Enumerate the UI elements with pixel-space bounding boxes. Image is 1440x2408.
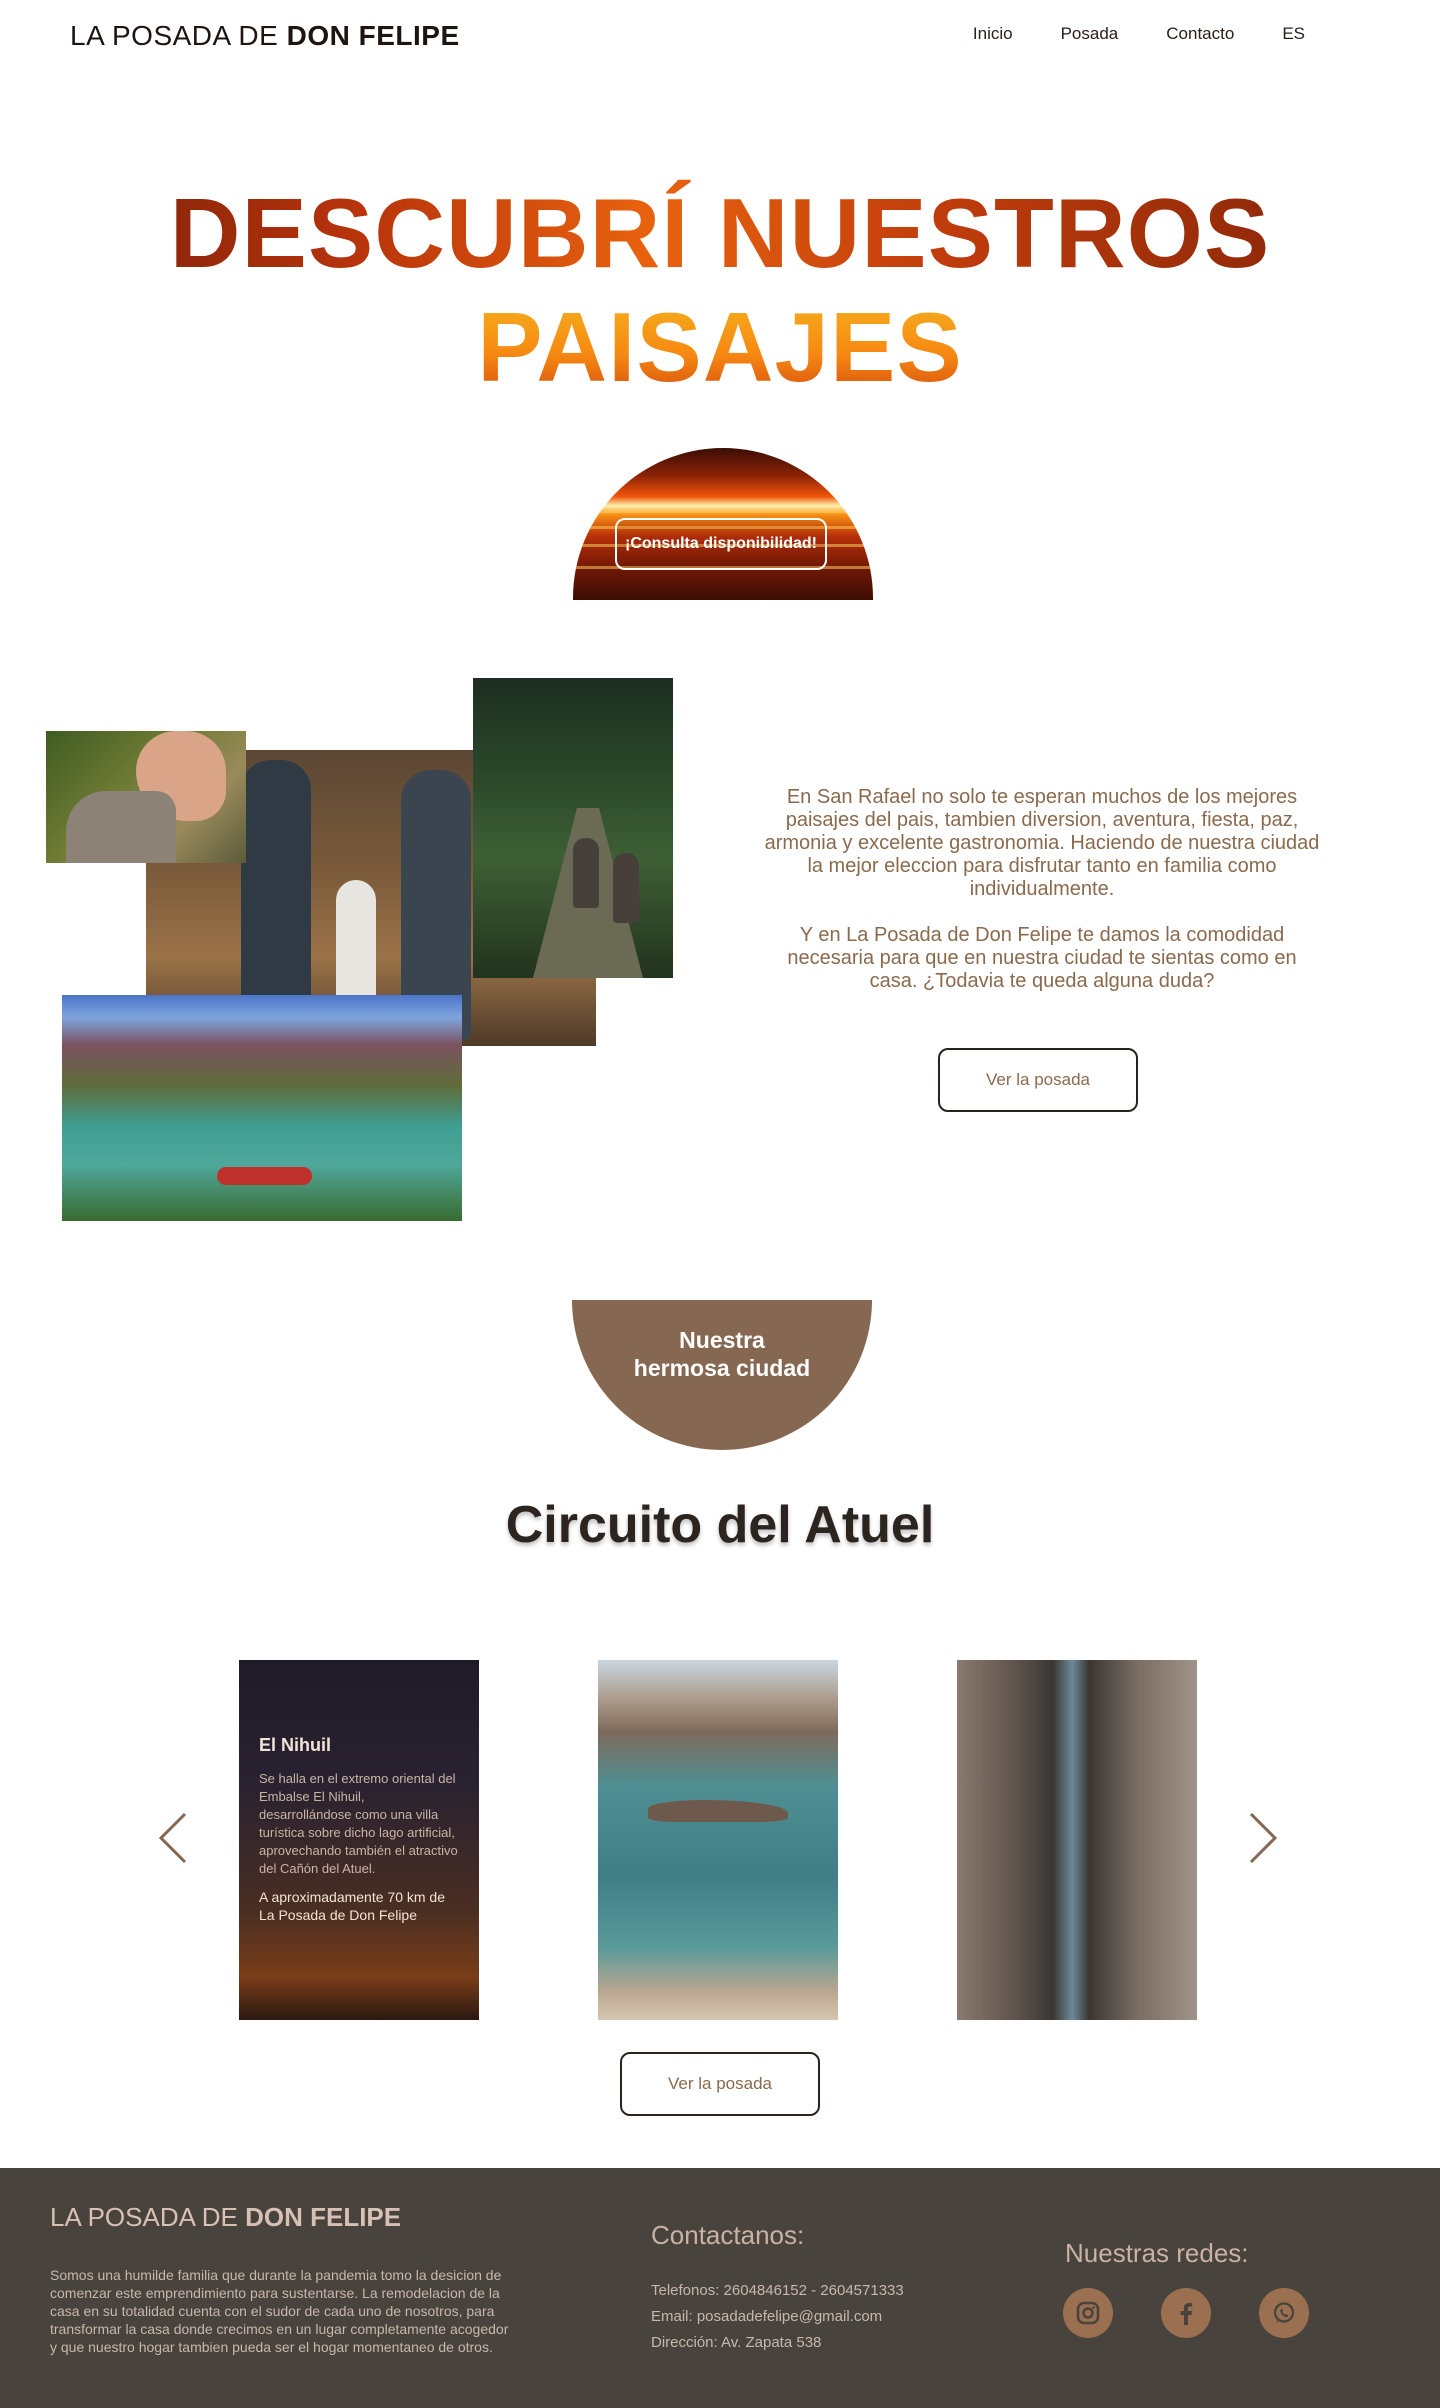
carousel-card-nihuil[interactable]: El Nihuil Se halla en el extremo orienta… <box>239 1660 479 2020</box>
main-nav: Inicio Posada Contacto ES <box>973 24 1305 44</box>
hero-title-line2: PAISAJES <box>0 292 1440 402</box>
card-description: Se halla en el extremo oriental del Emba… <box>259 1771 458 1876</box>
holding-hands-photo <box>46 731 246 863</box>
intro-paragraph-1: En San Rafael no solo te esperan muchos … <box>764 786 1320 900</box>
contact-email[interactable]: Email: posadadefelipe@gmail.com <box>651 2304 904 2330</box>
view-posada-button[interactable]: Ver la posada <box>938 1048 1138 1112</box>
logo-bold: DON FELIPE <box>286 20 460 51</box>
social-links <box>1063 2288 1309 2338</box>
view-posada-button-2[interactable]: Ver la posada <box>620 2052 820 2116</box>
nav-inicio[interactable]: Inicio <box>973 24 1013 44</box>
footer-logo-prefix: LA POSADA DE <box>50 2202 246 2232</box>
contact-address: Dirección: Av. Zapata 538 <box>651 2334 822 2351</box>
footer-logo-bold: DON FELIPE <box>245 2202 402 2232</box>
carousel-card-canyon-photo[interactable] <box>957 1660 1197 2020</box>
instagram-icon[interactable] <box>1063 2288 1113 2338</box>
check-availability-button[interactable]: ¡Consulta disponibilidad! <box>615 518 827 570</box>
carousel-prev-arrow[interactable] <box>155 1810 191 1866</box>
circuit-title-light: Circuito del <box>505 1496 805 1554</box>
city-badge-line2: hermosa ciudad <box>633 1355 811 1381</box>
contact-heading: Contactanos: <box>651 2220 805 2250</box>
circuit-title-bold: Atuel <box>804 1496 935 1554</box>
city-badge-line1: Nuestra <box>679 1327 765 1353</box>
intro-text: En San Rafael no solo te esperan muchos … <box>762 786 1322 993</box>
language-selector[interactable]: ES <box>1282 24 1305 44</box>
card-distance: A aproximadamente 70 km de La Posada de … <box>259 1889 445 1923</box>
footer-about-text: Somos una humilde familia que durante la… <box>50 2267 509 2355</box>
chevron-left-icon <box>158 1812 187 1864</box>
circuit-title: Circuito del Atuel <box>0 1495 1440 1555</box>
social-heading: Nuestras redes: <box>1065 2238 1249 2268</box>
logo-prefix: LA POSADA DE <box>70 20 287 51</box>
river-rafting-photo <box>62 995 462 1221</box>
carousel-next-arrow[interactable] <box>1245 1810 1281 1866</box>
site-footer: LA POSADA DE DON FELIPE Somos una humild… <box>0 2168 1440 2408</box>
whatsapp-icon[interactable] <box>1259 2288 1309 2338</box>
carousel-card-lake-photo[interactable] <box>598 1660 838 2020</box>
contact-info: Telefonos: 2604846152 - 2604571333 Email… <box>651 2278 904 2356</box>
footer-logo[interactable]: LA POSADA DE DON FELIPE <box>50 2202 401 2233</box>
city-badge: Nuestra hermosa ciudad <box>572 1300 872 1450</box>
chevron-right-icon <box>1249 1812 1278 1864</box>
intro-paragraph-2: Y en La Posada de Don Felipe te damos la… <box>787 924 1297 992</box>
site-header: LA POSADA DE DON FELIPE Inicio Posada Co… <box>0 0 1440 72</box>
facebook-icon[interactable] <box>1161 2288 1211 2338</box>
nav-posada[interactable]: Posada <box>1061 24 1119 44</box>
site-logo[interactable]: LA POSADA DE DON FELIPE <box>70 20 460 52</box>
hero-title-line1: DESCUBRÍ NUESTROS <box>0 178 1440 288</box>
forest-hikers-photo <box>473 678 673 978</box>
contact-phone: Telefonos: 2604846152 - 2604571333 <box>651 2282 904 2299</box>
card-title: El Nihuil <box>259 1735 331 1755</box>
nav-contacto[interactable]: Contacto <box>1166 24 1234 44</box>
